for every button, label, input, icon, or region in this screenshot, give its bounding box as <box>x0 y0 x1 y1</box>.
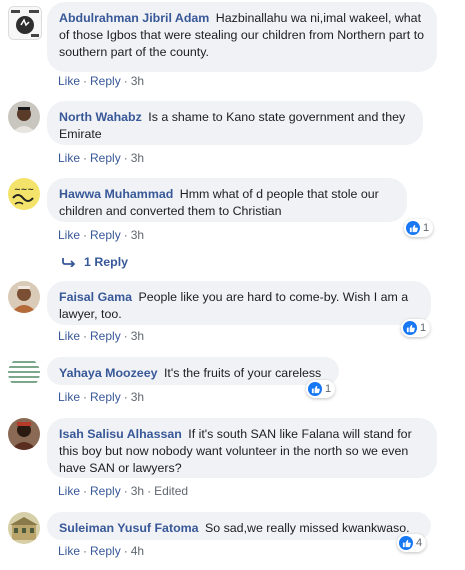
comment-author[interactable]: Yahaya Moozeey <box>59 366 157 380</box>
reply-link[interactable]: Reply <box>90 544 121 558</box>
comment-text: So sad,we really missed kwankwaso. <box>205 521 410 535</box>
comment-author[interactable]: Faisal Gama <box>59 290 132 304</box>
comment-bubble: Yahaya Moozeey It's the fruits of your c… <box>47 357 339 385</box>
timestamp[interactable]: 3h <box>131 74 144 88</box>
comment-author[interactable]: Hawwa Muhammad <box>59 187 173 201</box>
like-link[interactable]: Like <box>58 390 80 404</box>
timestamp[interactable]: 3h <box>131 390 144 404</box>
comment-author[interactable]: North Wahabz <box>59 110 142 124</box>
comment-bubble: Faisal Gama People like you are hard to … <box>47 281 431 325</box>
reaction-number: 1 <box>423 222 430 234</box>
timestamp[interactable]: 4h <box>131 544 144 558</box>
timestamp[interactable]: 3h <box>131 228 144 242</box>
reply-link[interactable]: Reply <box>90 329 121 343</box>
reaction-count[interactable]: 1 <box>401 319 431 337</box>
reply-link[interactable]: Reply <box>90 151 121 165</box>
like-link[interactable]: Like <box>58 151 80 165</box>
comment-bubble: North Wahabz Is a shame to Kano state go… <box>47 101 423 145</box>
striped-avatar[interactable] <box>8 357 40 389</box>
svg-text:~~~: ~~~ <box>14 185 34 194</box>
like-link[interactable]: Like <box>58 544 80 558</box>
reaction-number: 1 <box>325 383 332 395</box>
edited-label[interactable]: Edited <box>154 484 188 498</box>
timestamp[interactable]: 3h <box>131 484 144 498</box>
comment-actions: Like · Reply · 3h · Edited <box>58 484 189 498</box>
person-photo-avatar[interactable] <box>8 281 40 313</box>
timestamp[interactable]: 3h <box>131 329 144 343</box>
reaction-number: 4 <box>416 537 423 549</box>
replies-count-label: 1 Reply <box>84 255 129 269</box>
like-link[interactable]: Like <box>58 228 80 242</box>
thumbs-up-icon <box>403 321 417 335</box>
thumbs-up-icon <box>308 382 322 396</box>
reply-arrow-icon <box>62 258 76 267</box>
reaction-count[interactable]: 1 <box>306 380 336 398</box>
thumbs-up-icon <box>406 221 420 235</box>
comment-author[interactable]: Isah Salisu Alhassan <box>59 427 182 441</box>
comment-text: It's the fruits of your careless <box>163 366 322 380</box>
reaction-count[interactable]: 4 <box>397 534 427 552</box>
timestamp[interactable]: 3h <box>131 151 144 165</box>
reply-link[interactable]: Reply <box>90 74 121 88</box>
reaction-count[interactable]: 1 <box>404 219 434 237</box>
comment-bubble: Suleiman Yusuf Fatoma So sad,we really m… <box>47 512 431 540</box>
like-link[interactable]: Like <box>58 329 80 343</box>
comment-bubble: Isah Salisu Alhassan If it's south SAN l… <box>47 418 437 478</box>
view-replies-link[interactable]: 1 Reply <box>62 255 128 269</box>
comment-actions: Like · Reply · 3h <box>58 228 145 242</box>
like-link[interactable]: Like <box>58 484 80 498</box>
comment-actions: Like · Reply · 4h <box>58 544 145 558</box>
comment-bubble: Abdulrahman Jibril Adam Hazbinallahu wa … <box>47 2 437 72</box>
like-link[interactable]: Like <box>58 74 80 88</box>
reply-link[interactable]: Reply <box>90 390 121 404</box>
comment-bubble: Hawwa Muhammad Hmm what of d people that… <box>47 178 407 222</box>
building-avatar[interactable] <box>8 512 40 544</box>
person-photo-avatar[interactable] <box>8 101 40 133</box>
comment-actions: Like · Reply · 3h <box>58 151 145 165</box>
wowa-logo-avatar[interactable] <box>8 6 42 40</box>
comment-author[interactable]: Suleiman Yusuf Fatoma <box>59 521 199 535</box>
calligraphy-avatar[interactable]: ~~~ <box>8 178 40 210</box>
reply-link[interactable]: Reply <box>90 484 121 498</box>
comment-author[interactable]: Abdulrahman Jibril Adam <box>59 11 209 25</box>
thumbs-up-icon <box>399 536 413 550</box>
comment-actions: Like · Reply · 3h <box>58 74 145 88</box>
comment-actions: Like · Reply · 3h <box>58 329 145 343</box>
reaction-number: 1 <box>420 322 427 334</box>
comment-actions: Like · Reply · 3h <box>58 390 145 404</box>
person-photo-avatar[interactable] <box>8 418 40 450</box>
reply-link[interactable]: Reply <box>90 228 121 242</box>
